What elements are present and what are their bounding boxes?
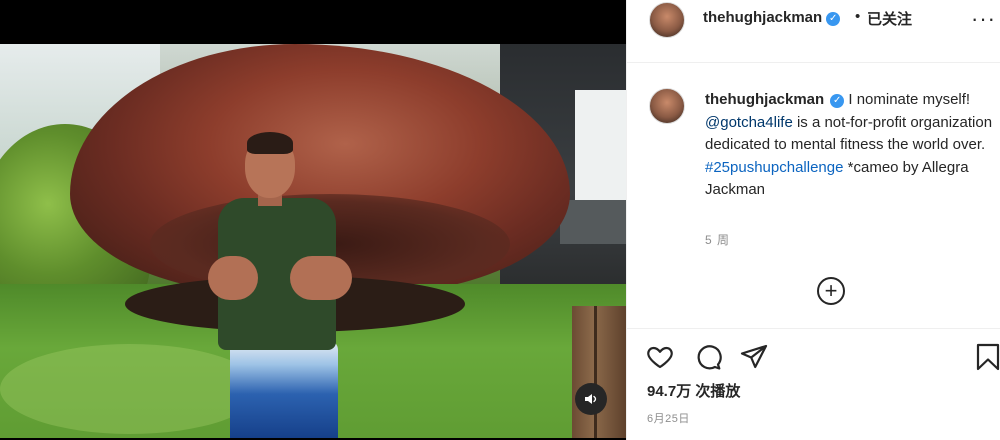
actions-divider xyxy=(627,328,1000,329)
caption-author-avatar[interactable] xyxy=(649,88,685,124)
video-player[interactable] xyxy=(0,0,626,440)
header-separator: • xyxy=(855,8,861,25)
action-bar xyxy=(627,342,1000,374)
mute-toggle-button[interactable] xyxy=(575,383,607,415)
person-hair xyxy=(247,132,293,154)
person-right-arm xyxy=(290,256,352,300)
caption-hashtag-link[interactable]: #25pushupchallenge xyxy=(705,159,843,176)
house-window xyxy=(575,90,626,202)
post-date[interactable]: 6月25日 xyxy=(647,410,690,426)
author-username-link[interactable]: thehughjackman ✓ xyxy=(703,9,841,26)
person-left-arm xyxy=(208,256,258,300)
load-more-comments-button[interactable]: + xyxy=(817,277,845,305)
author-username[interactable]: thehughjackman xyxy=(703,9,822,26)
person-shorts xyxy=(230,340,338,438)
lawn-sunlight xyxy=(0,344,260,434)
caption-time-ago[interactable]: 5 周 xyxy=(705,231,730,248)
post-info-panel: thehughjackman ✓ • 已关注 ··· thehughjackman… xyxy=(626,0,1000,440)
video-frame[interactable] xyxy=(0,44,626,438)
speaker-icon xyxy=(585,394,597,404)
verified-badge-icon: ✓ xyxy=(826,12,841,26)
house-ledge xyxy=(560,200,626,244)
more-options-icon[interactable]: ··· xyxy=(971,6,996,32)
paper-plane-icon[interactable] xyxy=(739,342,769,372)
bench-gap xyxy=(594,306,597,438)
caption-username[interactable]: thehughjackman xyxy=(705,91,824,108)
header-divider xyxy=(627,62,1000,63)
heart-icon[interactable] xyxy=(645,342,675,372)
caption-text-1: I nominate myself! xyxy=(848,91,971,108)
bookmark-icon[interactable] xyxy=(973,342,1000,372)
post-caption: thehughjackman ✓ I nominate myself! @gotc… xyxy=(705,89,995,202)
caption-verified-badge-icon: ✓ xyxy=(830,94,845,108)
author-avatar[interactable] xyxy=(649,2,685,38)
following-button[interactable]: 已关注 xyxy=(867,8,912,29)
wooden-bench xyxy=(572,306,626,438)
post-header: thehughjackman ✓ • 已关注 ··· xyxy=(627,0,1000,40)
comment-icon[interactable] xyxy=(693,342,723,372)
caption-mention-link[interactable]: @gotcha4life xyxy=(705,114,793,131)
view-count[interactable]: 94.7万 次播放 xyxy=(647,380,740,401)
